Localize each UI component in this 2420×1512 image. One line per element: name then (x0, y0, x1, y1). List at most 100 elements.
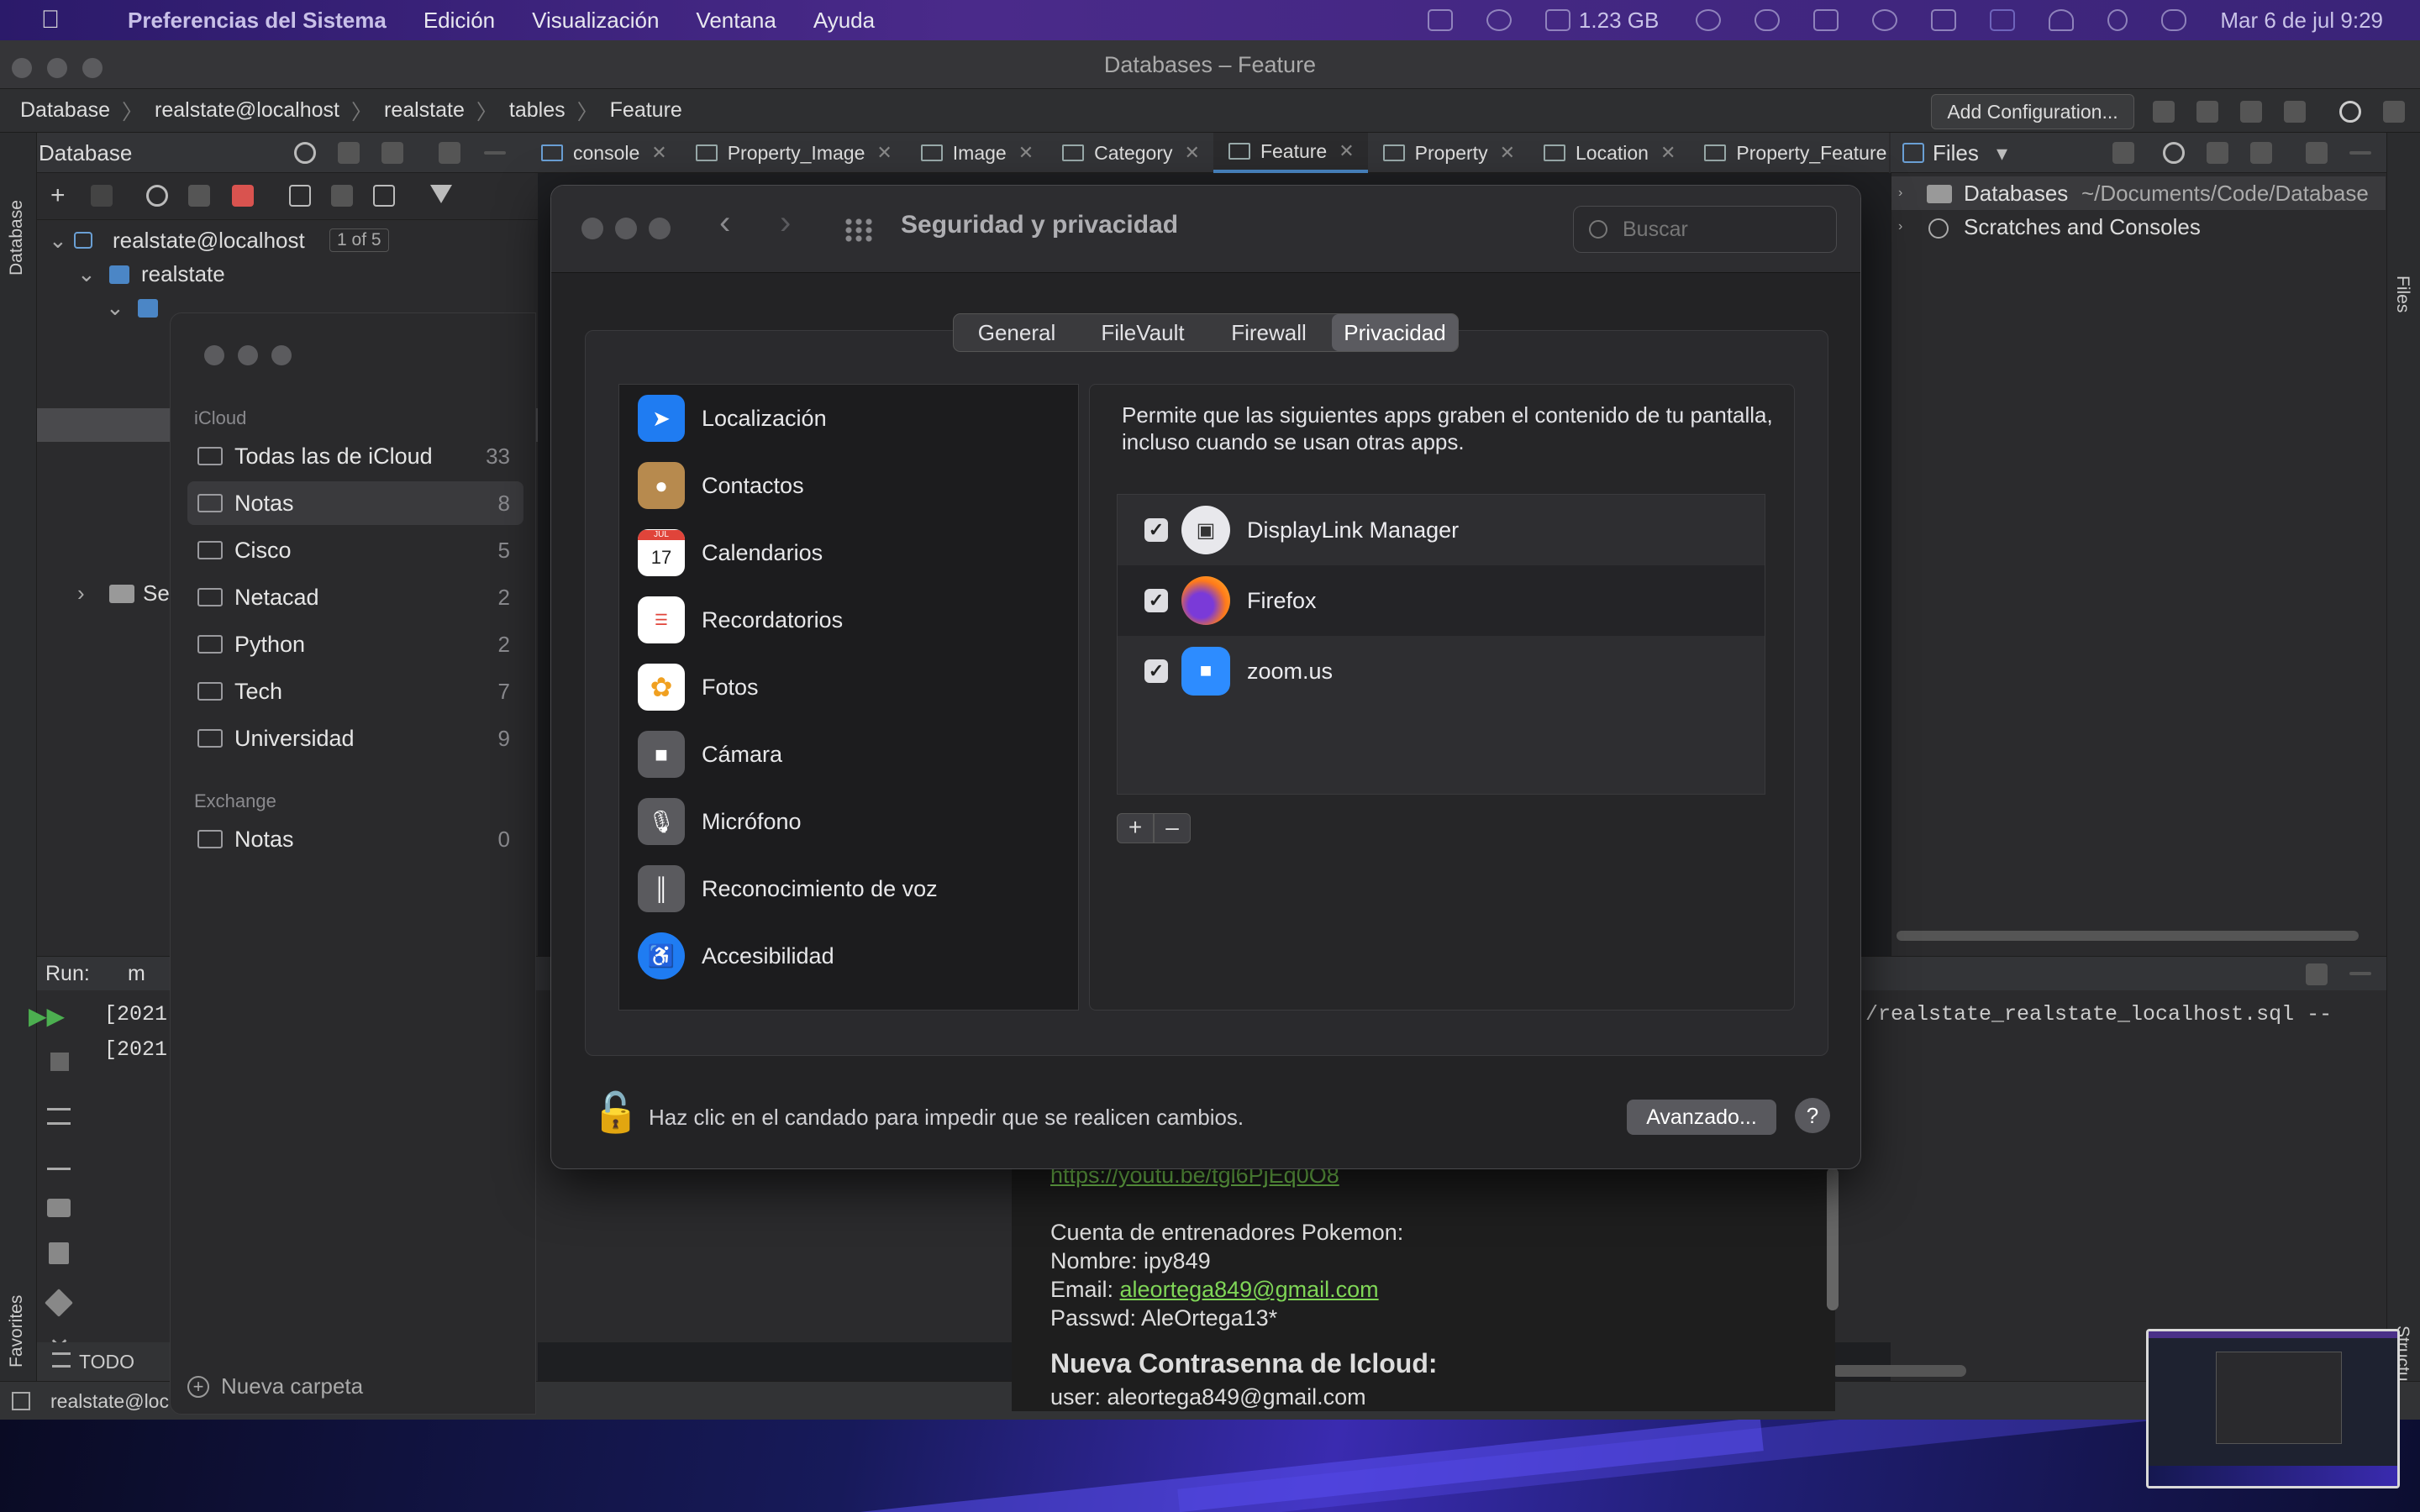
close-window-button[interactable] (204, 345, 224, 365)
category-localizacion[interactable]: ➤ Localización (619, 385, 1056, 452)
duplicate-icon[interactable] (91, 185, 113, 207)
tab-property-image[interactable]: Property_Image ✕ (681, 133, 906, 173)
horizontal-scrollbar[interactable] (1897, 931, 2359, 941)
tab-firewall[interactable]: Firewall (1206, 314, 1332, 351)
apple-logo-icon[interactable]:  (34, 6, 67, 34)
minimize-window-button[interactable] (238, 345, 258, 365)
category-contactos[interactable]: ● Contactos (619, 452, 1056, 519)
folder-python[interactable]: Python 2 (187, 622, 523, 666)
stop-icon[interactable] (50, 1053, 69, 1071)
close-window-button[interactable] (12, 58, 32, 78)
files-panel-title[interactable]: Files (1933, 133, 1979, 173)
play-icon[interactable] (1872, 9, 1898, 31)
folder-universidad[interactable]: Universidad 9 (187, 717, 523, 760)
hide-panel-icon[interactable] (2349, 151, 2371, 155)
gear-icon[interactable] (2306, 963, 2328, 985)
print-icon[interactable] (47, 1199, 71, 1217)
tab-location[interactable]: Location ✕ (1528, 133, 1689, 173)
category-camara[interactable]: ■ Cámara (619, 721, 1056, 788)
close-tab-icon[interactable]: ✕ (1660, 133, 1676, 173)
gear-icon[interactable] (439, 142, 460, 164)
close-tab-icon[interactable]: ✕ (1339, 131, 1354, 171)
clock[interactable]: Mar 6 de jul 9:29 (2220, 8, 2383, 34)
close-tab-icon[interactable]: ✕ (1500, 133, 1515, 173)
menu-edicion[interactable]: Edición (424, 8, 495, 34)
battery-icon[interactable] (1990, 9, 2016, 31)
scroll-to-end-icon[interactable] (47, 1153, 71, 1170)
note-scrollbar[interactable] (1827, 1168, 1839, 1310)
tree-schema-row[interactable]: ⌄ realstate (37, 257, 541, 291)
gear-icon[interactable] (2306, 142, 2328, 164)
control-center-icon[interactable] (2161, 9, 2187, 31)
screenshot-thumbnail[interactable] (2146, 1329, 2400, 1488)
chevron-right-icon[interactable]: › (1898, 210, 1902, 244)
stop-connection-icon[interactable] (232, 185, 254, 207)
add-configuration-button[interactable]: Add Configuration... (1931, 94, 2134, 129)
chevron-down-icon[interactable]: ▾ (1996, 133, 2007, 173)
back-chevron-icon[interactable]: ‹ (719, 204, 730, 242)
advanced-button[interactable]: Avanzado... (1627, 1100, 1776, 1135)
chevron-down-icon[interactable]: ⌄ (106, 291, 124, 324)
app-checkbox[interactable]: ✓ (1144, 518, 1168, 542)
add-icon[interactable]: + (50, 183, 72, 208)
refresh-icon[interactable] (146, 185, 168, 207)
expand-all-icon[interactable] (2207, 142, 2228, 164)
table-view-icon[interactable] (289, 185, 311, 207)
time-machine-icon[interactable] (1696, 9, 1722, 31)
todo-tab[interactable]: TODO (79, 1351, 134, 1373)
search-field[interactable]: Buscar (1573, 206, 1837, 253)
tab-category[interactable]: Category ✕ (1047, 133, 1213, 173)
console-icon[interactable] (373, 185, 395, 207)
hide-panel-icon[interactable] (2349, 972, 2371, 975)
run-icon[interactable] (2153, 101, 2175, 123)
locate-icon[interactable] (294, 142, 316, 164)
tab-feature[interactable]: Feature ✕ (1213, 133, 1368, 173)
minimize-window-button[interactable] (615, 218, 637, 239)
spotlight-search-icon[interactable] (2107, 9, 2128, 31)
zoom-window-button[interactable] (271, 345, 292, 365)
expand-all-icon[interactable] (338, 142, 360, 164)
close-tab-icon[interactable]: ✕ (1018, 133, 1034, 173)
locate-icon[interactable] (2163, 142, 2185, 164)
open-folder-icon[interactable] (2112, 142, 2134, 164)
chevron-down-icon[interactable]: ⌄ (49, 223, 67, 257)
tab-general[interactable]: General (954, 314, 1080, 351)
folder-notas[interactable]: Notas 8 (187, 481, 523, 525)
rerun-icon[interactable]: ▶▶ (29, 1002, 65, 1030)
breadcrumb-schema[interactable]: realstate (384, 98, 465, 123)
collapse-all-icon[interactable] (2250, 142, 2272, 164)
cloud-icon[interactable] (1754, 9, 1781, 31)
category-accesibilidad[interactable]: ♿ Accesibilidad (619, 922, 1056, 990)
collapse-all-icon[interactable] (381, 142, 403, 164)
settings-gear-icon[interactable] (2383, 101, 2405, 123)
trash-icon[interactable] (49, 1242, 69, 1264)
app-row-firefox[interactable]: ✓ Firefox (1118, 565, 1765, 636)
close-tab-icon[interactable]: ✕ (1185, 133, 1200, 173)
wifi-icon[interactable] (2049, 9, 2075, 31)
category-fotos[interactable]: ✿ Fotos (619, 654, 1056, 721)
minimize-window-button[interactable] (47, 58, 67, 78)
folder-cisco[interactable]: Cisco 5 (187, 528, 523, 572)
favorites-tool-tab[interactable]: Favorites (7, 1295, 27, 1368)
folder-todas-icloud[interactable]: Todas las de iCloud 33 (187, 434, 523, 478)
screen-mirroring-icon[interactable] (1931, 9, 1957, 31)
files-item-scratches[interactable]: › Scratches and Consoles (1891, 210, 2386, 244)
chevron-right-icon[interactable]: › (77, 576, 85, 610)
category-reconocimiento-voz[interactable]: ║ Reconocimiento de voz (619, 855, 1056, 922)
close-tab-icon[interactable]: ✕ (876, 133, 892, 173)
category-calendarios[interactable]: JUL 17 Calendarios (619, 519, 1056, 586)
chevron-down-icon[interactable]: ⌄ (77, 257, 96, 291)
tab-filevault[interactable]: FileVault (1080, 314, 1206, 351)
breadcrumb-database[interactable]: Database (20, 98, 110, 123)
tab-privacidad[interactable]: Privacidad (1332, 314, 1458, 351)
zoom-window-button[interactable] (649, 218, 671, 239)
displaylink-status-icon[interactable] (1427, 9, 1453, 31)
debug-icon[interactable] (2196, 101, 2218, 123)
tab-property[interactable]: Property ✕ (1368, 133, 1528, 173)
database-tool-tab[interactable]: Database (7, 200, 27, 276)
hide-panel-icon[interactable] (484, 151, 506, 155)
grid-layout-icon[interactable] (1813, 9, 1839, 31)
memory-readout[interactable]: 1.23 GB (1579, 8, 1659, 34)
app-checkbox[interactable]: ✓ (1144, 659, 1168, 683)
soft-wrap-icon[interactable] (47, 1108, 71, 1125)
